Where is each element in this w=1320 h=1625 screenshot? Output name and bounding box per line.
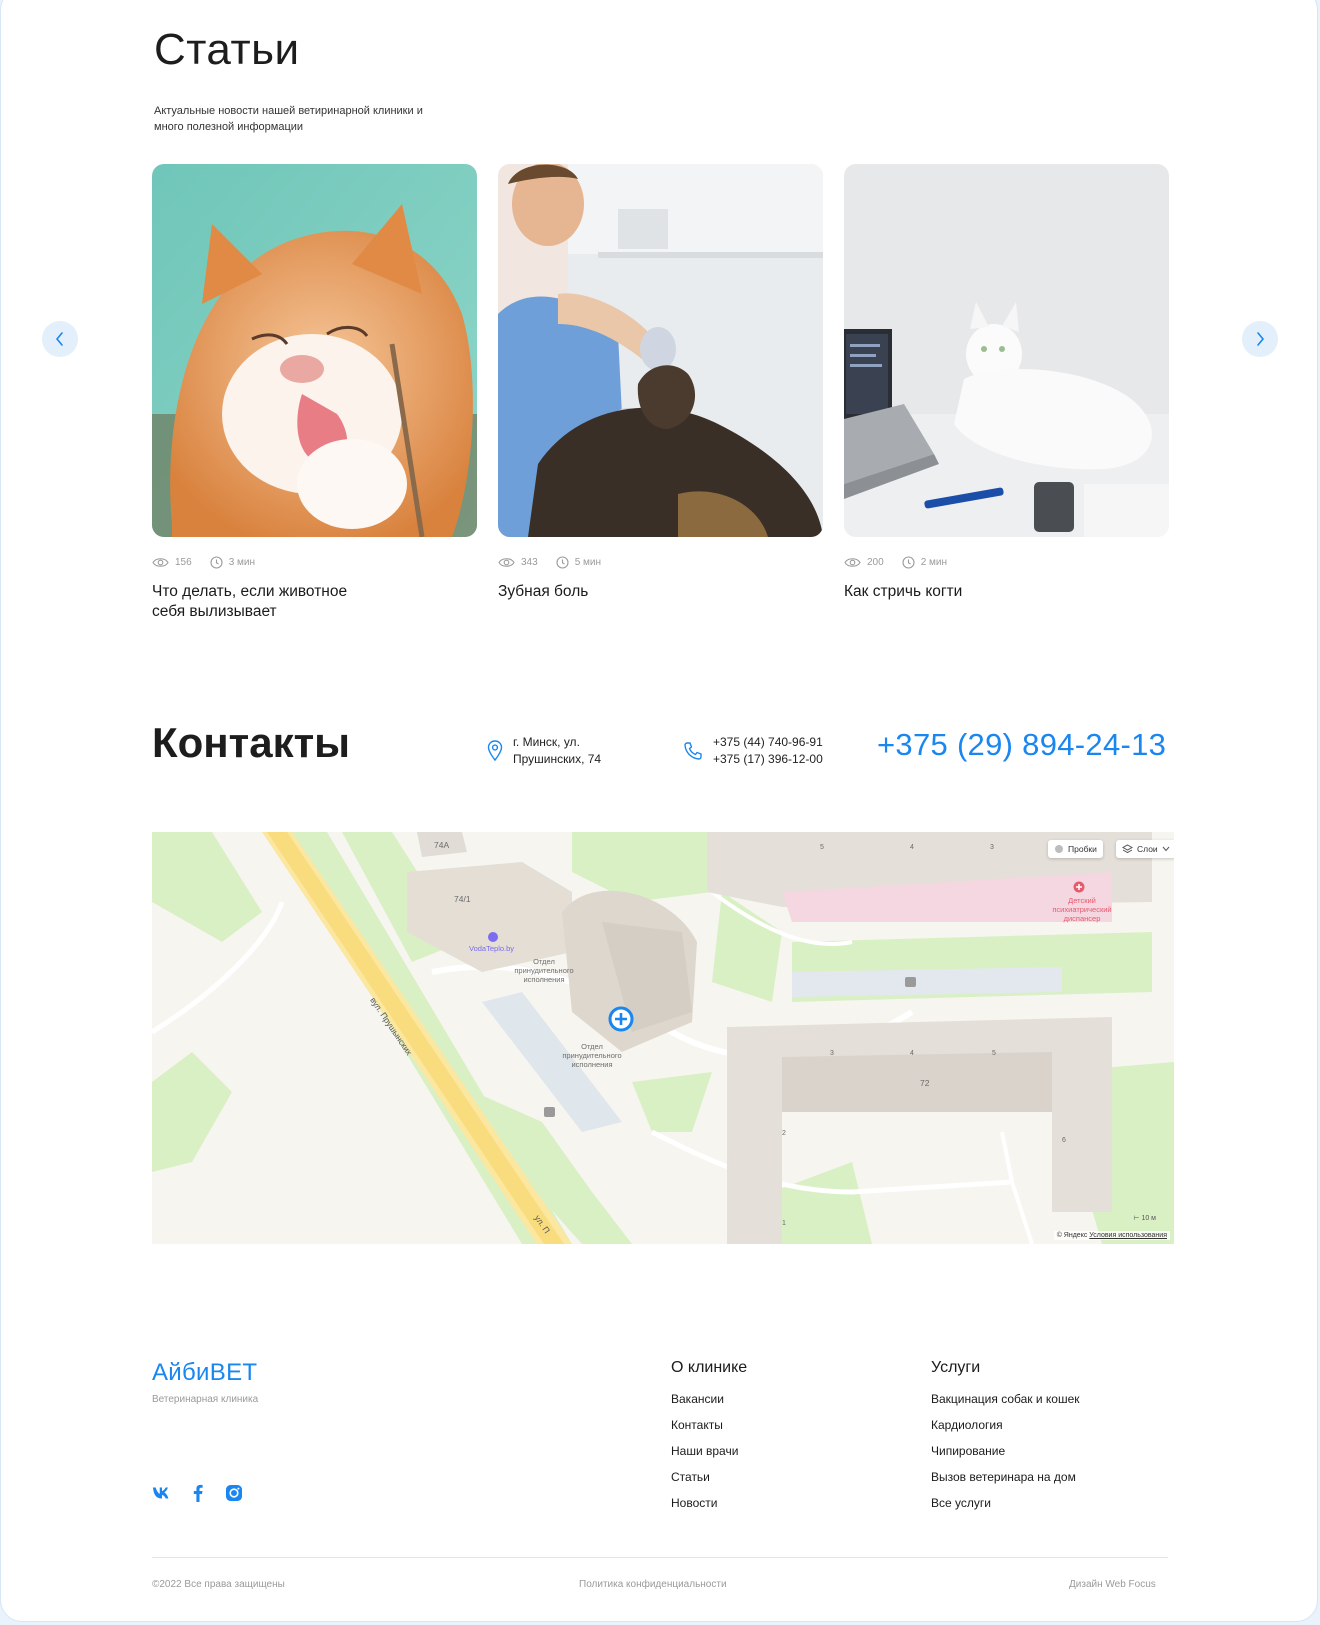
entrance-number: 3: [830, 1050, 834, 1057]
building-number: 74А: [434, 840, 450, 850]
footer-logo-subtitle: Ветеринарная клиника: [152, 1394, 259, 1405]
contact-phones: +375 (44) 740-96-91 +375 (17) 396-12-00: [683, 734, 823, 768]
clock-icon: [210, 555, 223, 569]
article-title[interactable]: Что делать, если животное себя вылизывае…: [152, 582, 382, 622]
footer-link-doctors[interactable]: Наши врачи: [671, 1443, 747, 1469]
article-title[interactable]: Зубная боль: [498, 582, 728, 602]
social-links: [152, 1483, 244, 1503]
footer-col-clinic: О клинике Вакансии Контакты Наши врачи С…: [671, 1359, 747, 1521]
eye-icon: [152, 557, 169, 567]
eye-icon: [498, 557, 515, 567]
articles-carousel: 156 3 мин Что делать, если животное себя…: [152, 164, 1172, 624]
phone-2[interactable]: +375 (17) 396-12-00: [713, 751, 823, 768]
footer-link-chipping[interactable]: Чипирование: [931, 1443, 1080, 1469]
facebook-icon[interactable]: [188, 1483, 208, 1503]
chevron-left-icon: [55, 332, 63, 346]
chevron-down-icon: [1162, 846, 1170, 852]
footer-col-services: Услуги Вакцинация собак и кошек Кардиоло…: [931, 1359, 1080, 1521]
article-title[interactable]: Как стричь когти: [844, 582, 1074, 602]
footer-divider: [152, 1557, 1168, 1558]
phone-icon: [684, 742, 702, 760]
footer-link-news[interactable]: Новости: [671, 1495, 747, 1521]
privacy-policy-link[interactable]: Политика конфиденциальности: [579, 1579, 727, 1590]
entrance-number: 2: [782, 1130, 786, 1137]
map-terms-link[interactable]: Условия использования: [1089, 1232, 1167, 1239]
contact-address: г. Минск, ул. Прушинских, 74: [487, 734, 601, 768]
entrance-number: 6: [1062, 1137, 1066, 1144]
article-card[interactable]: 156 3 мин Что делать, если животное себя…: [152, 164, 477, 622]
entrance-number: 5: [820, 844, 824, 851]
address-line-2: Прушинских, 74: [513, 752, 602, 766]
instagram-icon[interactable]: [224, 1483, 244, 1503]
map-copyright: © Яндекс Условия использования: [1053, 1231, 1170, 1240]
article-image-cat-licking[interactable]: [152, 164, 477, 537]
building-number: 74/1: [454, 894, 471, 904]
article-image-vet-dog[interactable]: [498, 164, 823, 537]
footer-link-vaccination[interactable]: Вакцинация собак и кошек: [931, 1391, 1080, 1417]
map-traffic-button[interactable]: Пробки: [1048, 840, 1103, 858]
map-pin-icon: [487, 740, 503, 762]
carousel-prev-button[interactable]: [42, 321, 78, 357]
address-line-1: г. Минск, ул.: [513, 735, 580, 749]
footer-logo[interactable]: АйбиВЕТ: [152, 1359, 257, 1387]
footer-link-contacts[interactable]: Контакты: [671, 1417, 747, 1443]
main-phone-link[interactable]: +375 (29) 894-24-13: [877, 727, 1166, 763]
chevron-right-icon: [1257, 332, 1265, 346]
article-views: 156: [175, 556, 192, 568]
article-read-time: 2 мин: [920, 556, 948, 568]
footer-link-cardiology[interactable]: Кардиология: [931, 1417, 1080, 1443]
entrance-number: 1: [782, 1220, 786, 1227]
traffic-icon: [1055, 845, 1063, 853]
article-read-time: 3 мин: [228, 556, 256, 568]
map-scale: ⊢ 10 м: [1133, 1215, 1156, 1222]
clock-icon: [556, 555, 569, 569]
footer-link-home-visit[interactable]: Вызов ветеринара на дом: [931, 1469, 1080, 1495]
yandex-map[interactable]: 74А 74/1 72 VodaTeplo.by Отдел принудите…: [152, 832, 1174, 1244]
article-card[interactable]: 200 2 мин Как стричь когти: [844, 164, 1169, 602]
layers-icon: [1122, 844, 1133, 854]
map-canvas[interactable]: [152, 832, 1174, 1244]
entrance-number: 4: [910, 1050, 914, 1057]
clock-icon: [902, 555, 915, 569]
map-poi-dept[interactable]: Отдел принудительного исполнения: [504, 957, 584, 984]
footer-col-title: О клинике: [671, 1359, 748, 1376]
entrance-number: 5: [992, 1050, 996, 1057]
article-views: 343: [521, 556, 538, 568]
carousel-next-button[interactable]: [1242, 321, 1278, 357]
vk-icon[interactable]: [152, 1483, 172, 1503]
entrance-number: 3: [990, 844, 994, 851]
article-image-white-cat[interactable]: [844, 164, 1169, 537]
footer-link-articles[interactable]: Статьи: [671, 1469, 747, 1495]
article-views: 200: [867, 556, 884, 568]
footer-link-vacancies[interactable]: Вакансии: [671, 1391, 747, 1417]
phone-1[interactable]: +375 (44) 740-96-91: [713, 734, 823, 751]
eye-icon: [844, 557, 861, 567]
map-layers-label: Слои: [1137, 844, 1158, 854]
map-layers-button[interactable]: Слои: [1116, 840, 1174, 858]
footer-copyright: ©2022 Все права защищены: [152, 1579, 285, 1590]
footer-col-title: Услуги: [931, 1359, 981, 1376]
entrance-number: 4: [910, 844, 914, 851]
contacts-title: Контакты: [152, 719, 351, 766]
article-card[interactable]: 343 5 мин Зубная боль: [498, 164, 823, 602]
designer-credit-link[interactable]: Дизайн Web Focus: [1069, 1579, 1156, 1590]
map-poi-dispensary[interactable]: Детский психиатрический диспансер: [1042, 896, 1122, 923]
article-read-time: 5 мин: [574, 556, 602, 568]
building-number: 72: [920, 1078, 930, 1088]
page: Статьи Актуальные новости нашей ветирина…: [0, 0, 1318, 1622]
footer-link-all-services[interactable]: Все услуги: [931, 1495, 1080, 1521]
articles-subtitle: Актуальные новости нашей ветиринарной кл…: [154, 105, 423, 133]
articles-title: Статьи: [154, 25, 300, 74]
map-traffic-label: Пробки: [1068, 844, 1097, 854]
map-poi-dept[interactable]: Отдел принудительного исполнения: [552, 1042, 632, 1069]
map-poi-vodateplo[interactable]: VodaTeplo.by: [469, 944, 514, 953]
